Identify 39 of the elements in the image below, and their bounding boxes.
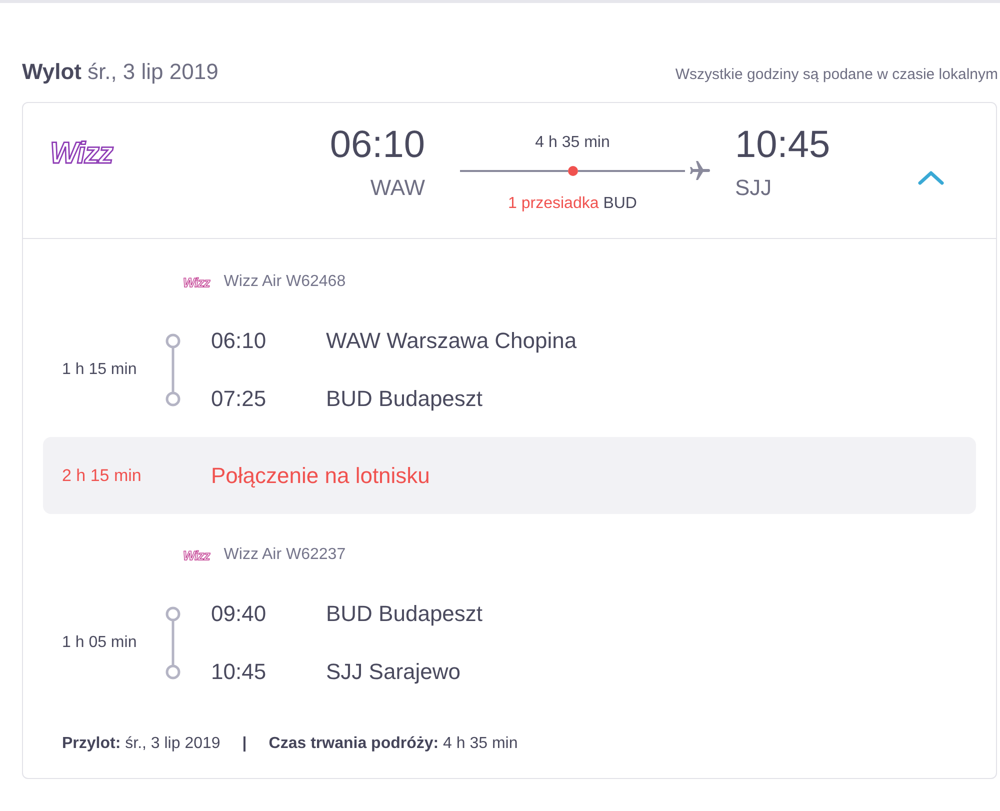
chevron-up-icon[interactable] xyxy=(918,171,944,185)
stop-circle-icon xyxy=(166,664,180,680)
stops-count: 1 przesiadka xyxy=(508,195,599,212)
layover-label: Połączenie na lotnisku xyxy=(211,462,430,488)
airport-name: SJJ Sarajewo xyxy=(326,658,461,686)
separator-text: | xyxy=(242,734,247,754)
plane-icon xyxy=(690,161,710,181)
airline-logo: Wizz xyxy=(183,548,210,562)
segment-duration: 1 h 15 min xyxy=(62,361,137,379)
stop-time: 09:40 xyxy=(211,600,266,628)
timeline-line xyxy=(172,620,174,666)
timeline-line xyxy=(172,347,174,393)
footer-info: Czas trwania podróży: 4 h 35 min xyxy=(268,734,518,754)
stop-time: 06:10 xyxy=(211,327,266,355)
flight-number: Wizz Air W62237 xyxy=(224,546,346,564)
stop-circle-icon xyxy=(166,392,180,406)
flight-number: Wizz Air W62468 xyxy=(224,273,346,291)
departure-date: śr., 3 lip 2019 xyxy=(87,59,218,84)
departure-airport: WAW xyxy=(370,174,425,202)
stop-circle-icon xyxy=(166,606,180,622)
airport-name: BUD Budapeszt xyxy=(326,600,483,628)
section-title: Wylot xyxy=(22,59,82,84)
airline-logo: Wizz xyxy=(50,137,112,170)
layover-duration: 2 h 15 min xyxy=(62,466,142,486)
timezone-note: Wszystkie godziny są podane w czasie lokalnym xyxy=(675,66,998,83)
airport-name: BUD Budapeszt xyxy=(326,385,483,413)
airport-name: WAW Warszawa Chopina xyxy=(326,327,577,355)
airline-logo: Wizz xyxy=(183,276,210,288)
stop-airport: BUD xyxy=(603,195,637,212)
segment-duration: 1 h 05 min xyxy=(62,634,137,652)
stop-circle-icon xyxy=(166,334,180,348)
stop-time: 07:25 xyxy=(211,385,266,413)
stop-time: 10:45 xyxy=(211,658,266,686)
arrival-time: 10:45 xyxy=(735,123,830,167)
total-duration: 4 h 35 min xyxy=(535,133,610,153)
departure-time: 06:10 xyxy=(330,123,425,167)
footer-info: Przylot: śr., 3 lip 2019 xyxy=(62,734,220,754)
arrival-airport: SJJ xyxy=(735,174,772,202)
stop-dot-icon xyxy=(568,166,578,176)
